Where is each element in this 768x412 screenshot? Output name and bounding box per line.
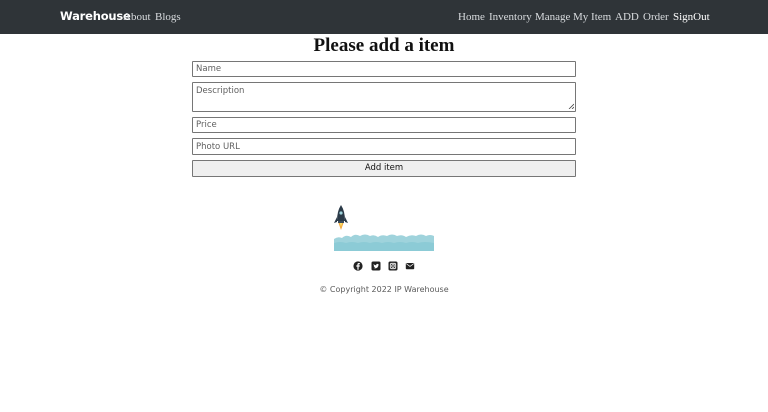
nav-link-my-item[interactable]: My Item [573,11,611,23]
description-input[interactable] [192,82,576,112]
brand-logo[interactable]: Warehouse [60,9,131,23]
envelope-icon[interactable] [405,261,415,271]
instagram-icon[interactable] [388,261,398,271]
nav-link-add[interactable]: ADD [615,11,639,23]
price-input[interactable] [192,117,576,133]
photo-url-input[interactable] [192,138,576,155]
nav-link-signout[interactable]: SignOut [673,11,710,23]
nav-link-blogs[interactable]: Blogs [155,11,181,23]
twitter-icon[interactable] [371,261,381,271]
rocket-illustration [334,205,434,251]
name-input[interactable] [192,61,576,77]
nav-link-home[interactable]: Home [458,11,485,23]
nav-link-manage[interactable]: Manage [535,11,570,23]
nav-link-order[interactable]: Order [643,11,669,23]
nav-link-about[interactable]: About [123,11,151,23]
add-item-button[interactable]: Add item [192,160,576,177]
facebook-icon[interactable] [353,261,363,271]
nav-link-inventory[interactable]: Inventory [489,11,532,23]
navbar: Warehouse About Blogs Home Inventory Man… [0,0,768,34]
page-title: Please add a item [313,35,455,56]
copyright-text: © Copyright 2022 IP Warehouse [319,285,449,294]
resize-grip-icon[interactable] [568,103,574,109]
